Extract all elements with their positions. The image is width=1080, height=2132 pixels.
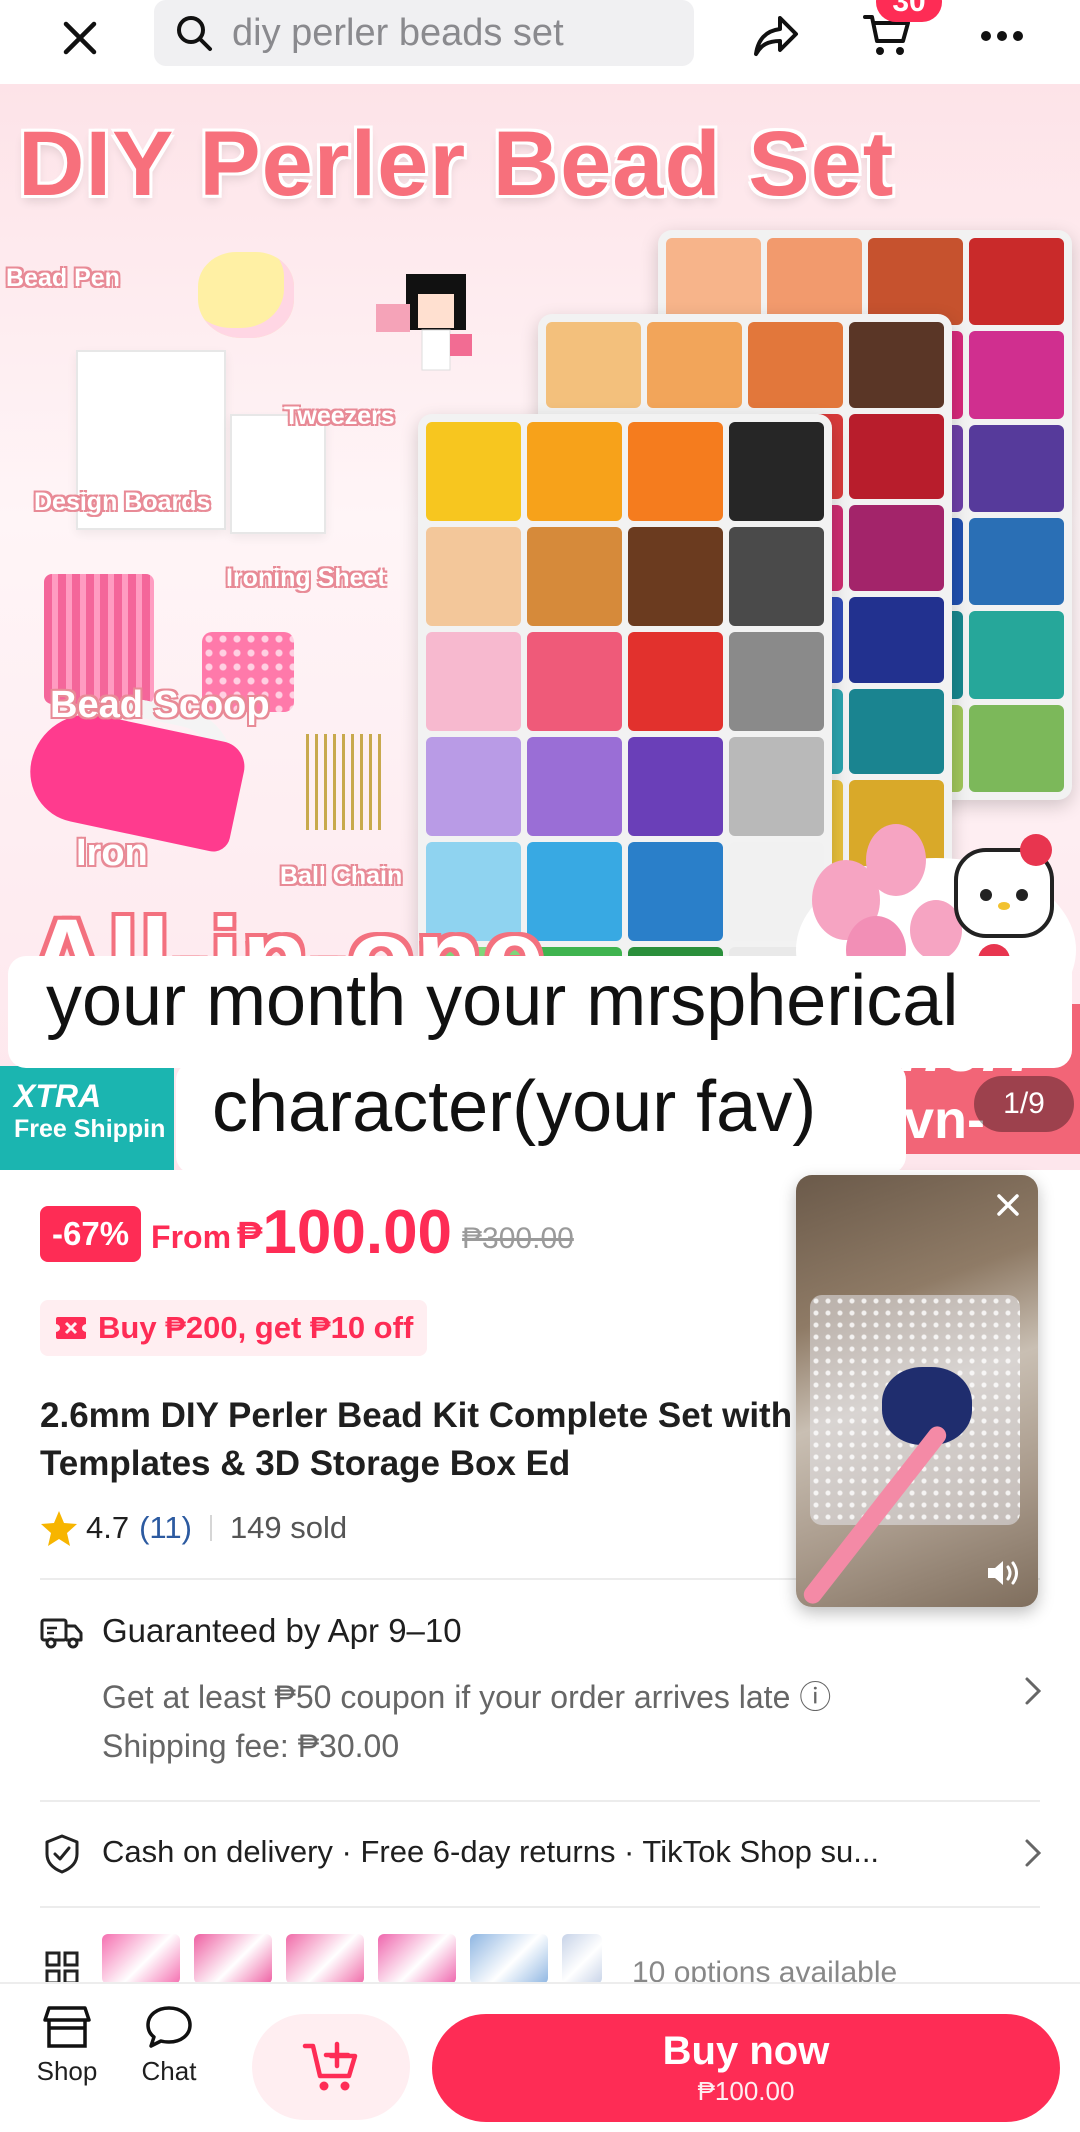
floating-video[interactable] — [796, 1175, 1038, 1607]
rating-row[interactable]: 4.7 (11) 149 sold — [40, 1506, 347, 1550]
star-icon — [41, 1511, 77, 1546]
chat-icon — [146, 2006, 192, 2048]
caption-line-1: your month your mrspherical — [46, 961, 959, 1041]
buy-now-price: ₱100.00 — [697, 2076, 795, 2106]
sale-price: 100.00 — [262, 1198, 453, 1267]
shipping-row[interactable] — [40, 1610, 84, 1654]
character-keychain — [376, 274, 472, 371]
video-close-button[interactable] — [988, 1185, 1028, 1225]
shop-label: Shop — [36, 2056, 98, 2086]
sound-icon — [988, 1561, 1018, 1585]
cart-count-badge: 30 — [876, 0, 942, 22]
services-text: Cash on delivery · Free 6-day returns · … — [102, 1834, 880, 1869]
variant-thumbnail[interactable] — [194, 1934, 272, 1984]
close-icon — [997, 1194, 1019, 1216]
promo-badge[interactable]: Buy ₱200, get ₱10 off — [40, 1300, 428, 1356]
design-board-sheet-2 — [230, 414, 326, 534]
variant-thumbnail[interactable] — [102, 1934, 180, 1984]
divider — [40, 1906, 1040, 1908]
label-design-boards: Design Boards — [34, 488, 211, 516]
shipping-chevron[interactable] — [1018, 1676, 1048, 1706]
label-ironing-sheet: Ironing Sheet — [226, 564, 386, 592]
variant-thumbnails — [102, 1934, 602, 1984]
original-price: ₱300.00 — [462, 1222, 574, 1255]
caption-line-2: character(your fav) — [212, 1067, 817, 1147]
promo-label: Buy ₱200, get ₱10 off — [98, 1310, 414, 1345]
discount-badge: -67% — [40, 1206, 142, 1262]
image-title: DIY Perler Bead Set — [18, 113, 895, 215]
variant-thumbnail[interactable] — [470, 1934, 548, 1984]
sold-count: 149 sold — [229, 1510, 348, 1545]
more-button[interactable] — [970, 4, 1034, 68]
xtra-badge-subtitle: Free Shippin — [14, 1115, 166, 1143]
video-sound-button[interactable] — [984, 1553, 1024, 1593]
search-query: diy perler beads set — [232, 11, 564, 54]
chevron-right-icon — [1025, 1839, 1042, 1867]
label-iron: Iron — [76, 832, 148, 874]
label-bead-scoop: Bead Scoop — [50, 684, 270, 726]
rating-count[interactable]: (11) — [139, 1510, 192, 1546]
xtra-shipping-badge: XTRA Free Shippin — [0, 1066, 174, 1170]
variant-thumbnail[interactable] — [286, 1934, 364, 1984]
apple-bead-art — [198, 252, 294, 338]
price-row: -67% From ₱ 100.00 ₱300.00 — [40, 1202, 574, 1266]
close-button[interactable] — [50, 8, 110, 68]
add-to-cart-button[interactable] — [252, 2014, 410, 2120]
chevron-right-icon — [1025, 1677, 1042, 1705]
share-icon — [754, 16, 798, 56]
from-label: From — [151, 1219, 232, 1255]
variant-thumbnail[interactable] — [562, 1934, 602, 1984]
currency-symbol: ₱ — [237, 1215, 263, 1257]
xtra-badge-title: XTRA — [14, 1078, 102, 1114]
services-chevron[interactable] — [1018, 1838, 1048, 1868]
ball-chains — [306, 734, 382, 830]
shipping-coupon: Get at least ₱50 coupon if your order ar… — [102, 1679, 832, 1715]
rating-separator — [209, 1515, 212, 1541]
shop-icon — [43, 2006, 91, 2048]
close-icon — [63, 21, 97, 55]
services-row[interactable] — [40, 1832, 84, 1876]
search-icon — [177, 16, 212, 51]
image-counter: 1/9 — [974, 1076, 1074, 1132]
truck-icon — [40, 1618, 83, 1649]
chat-label: Chat — [141, 2056, 197, 2086]
bottom-bar: Shop Chat Buy now ₱100.00 — [0, 1982, 1080, 2132]
label-bead-pen: Bead Pen — [6, 264, 120, 292]
rating-value: 4.7 — [86, 1510, 130, 1545]
grid-icon — [45, 1951, 79, 1985]
shipping-fee: Shipping fee: ₱30.00 — [102, 1728, 400, 1764]
more-icon — [981, 31, 1023, 41]
coupon-icon — [54, 1315, 88, 1341]
shipping-guarantee: Guaranteed by Apr 9–10 — [102, 1612, 462, 1649]
label-tweezers: Tweezers — [284, 402, 395, 430]
shop-button[interactable]: Shop — [22, 2004, 112, 2114]
buy-now-label: Buy now — [662, 2029, 830, 2073]
search-bar[interactable]: diy perler beads set — [154, 0, 694, 66]
buy-now-button[interactable]: Buy now ₱100.00 — [432, 2014, 1060, 2122]
variant-thumbnail[interactable] — [378, 1934, 456, 1984]
divider — [40, 1800, 1040, 1802]
top-bar: diy perler beads set 30 — [0, 0, 1080, 84]
share-button[interactable] — [744, 4, 808, 68]
label-ball-chain: Ball Chain — [280, 862, 403, 890]
shield-check-icon — [45, 1834, 79, 1874]
chat-button[interactable]: Chat — [124, 2004, 214, 2114]
add-to-cart-icon — [302, 2041, 358, 2091]
